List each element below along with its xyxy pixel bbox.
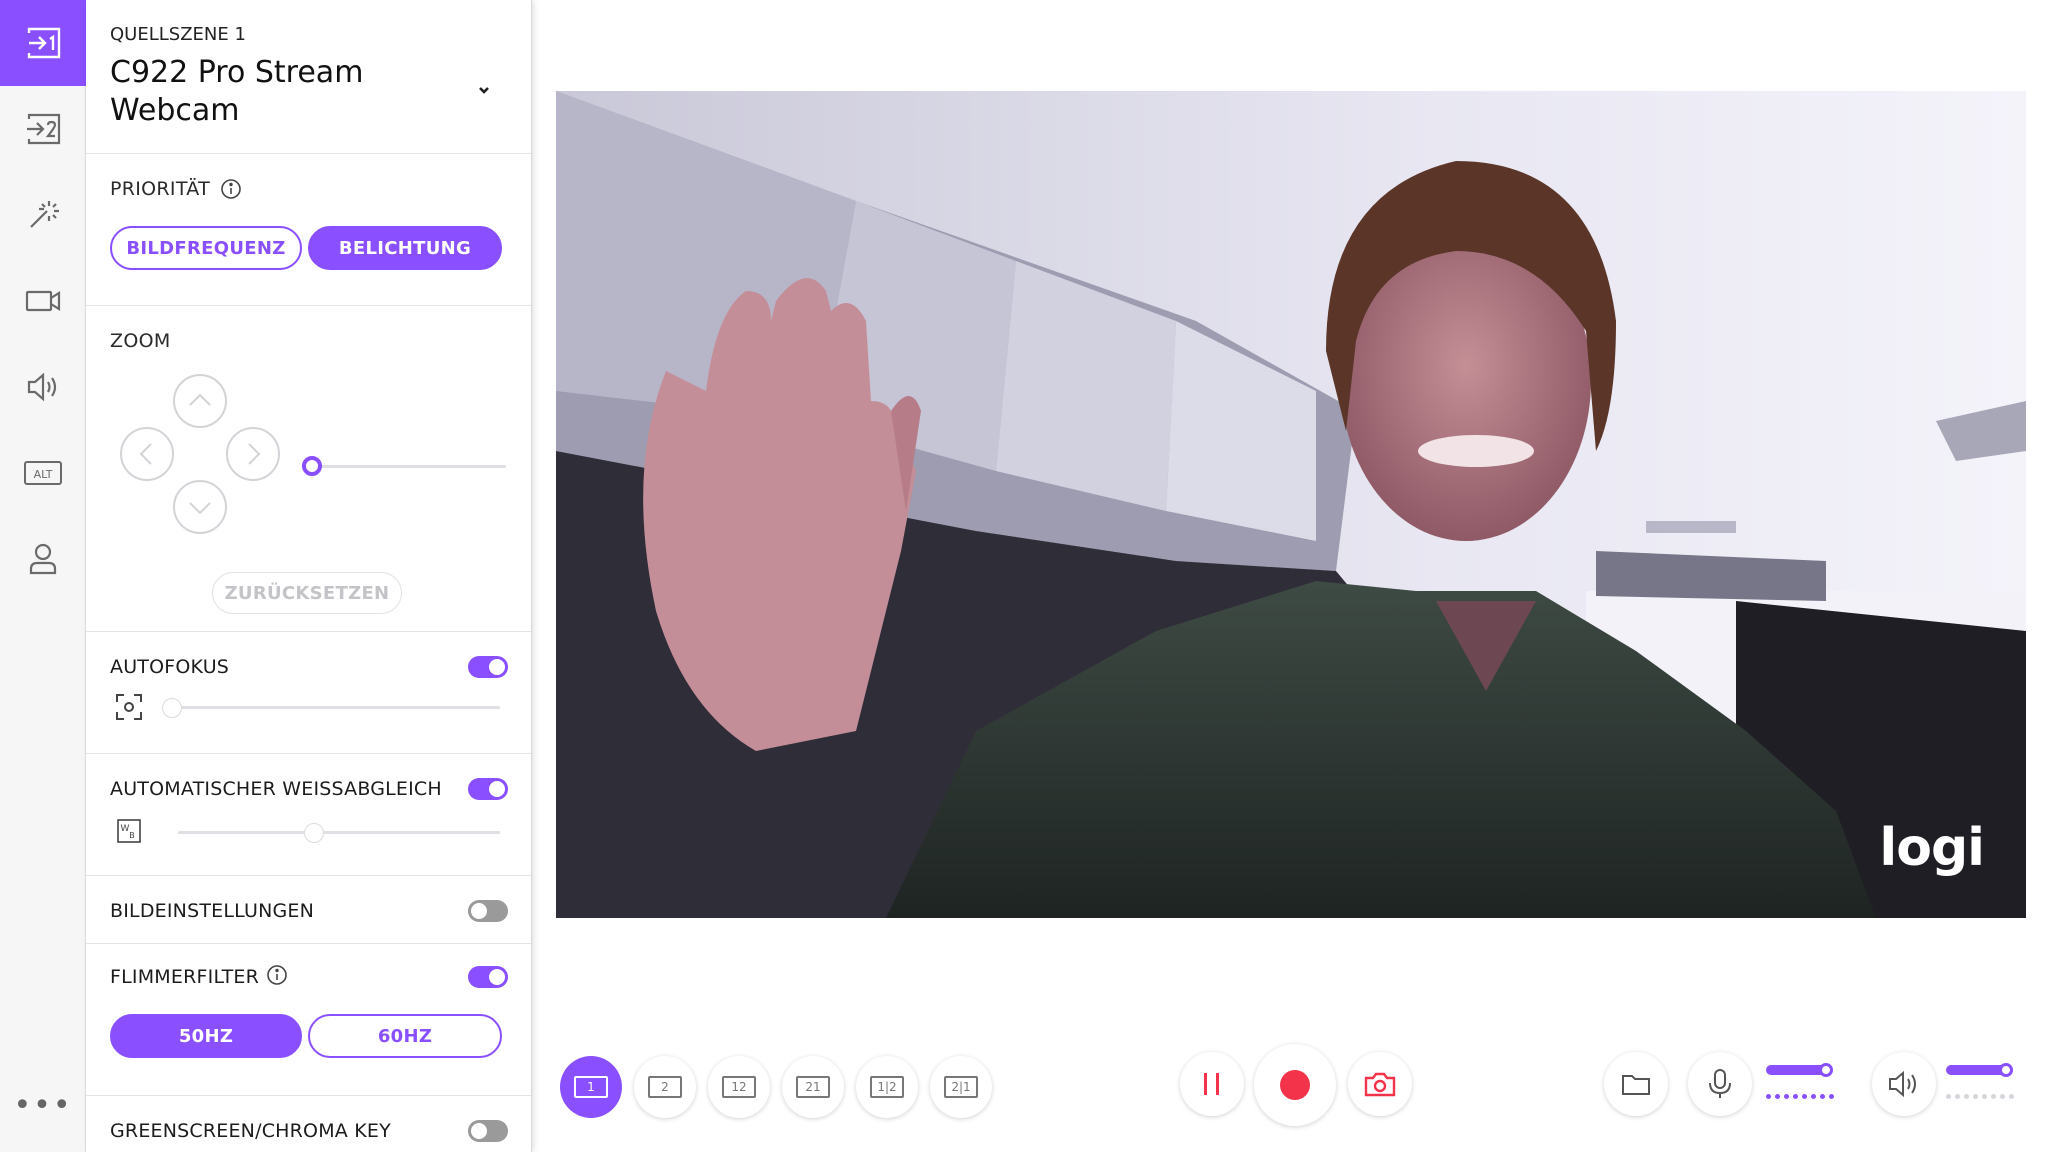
greenscreen-label: GREENSCREEN/CHROMA KEY: [110, 1120, 391, 1142]
pause-icon: [1204, 1073, 1219, 1095]
svg-text:W: W: [121, 824, 130, 834]
source-device-name[interactable]: C922 Pro Stream Webcam: [110, 54, 440, 130]
camera-preview: logi: [556, 91, 2026, 918]
left-icon-rail: ALT •••: [0, 0, 86, 1152]
autofocus-slider-track[interactable]: [166, 706, 500, 709]
white-balance-icon: W B: [117, 819, 141, 843]
image-settings-section: BILDEINSTELLUNGEN: [86, 876, 531, 944]
greenscreen-section: GREENSCREEN/CHROMA KEY: [86, 1096, 531, 1152]
microphone-button[interactable]: [1688, 1052, 1752, 1116]
alt-tab[interactable]: ALT: [0, 430, 86, 516]
autofocus-section: AUTOFOKUS: [86, 632, 531, 754]
profile-icon: [29, 543, 57, 575]
white-balance-slider-knob[interactable]: [304, 823, 324, 843]
pan-right-button[interactable]: [226, 427, 280, 481]
source-section: QUELLSZENE 1 C922 Pro Stream Webcam: [86, 0, 531, 154]
app-window: ALT ••• QUELLSZENE 1 C922 Pro Stream Web…: [0, 0, 2048, 1152]
priority-framerate-button[interactable]: BILDFREQUENZ: [110, 226, 302, 270]
layout-pip-2-1-button[interactable]: 21: [782, 1056, 844, 1118]
speaker-level-knob[interactable]: [1999, 1063, 2013, 1077]
flicker-filter-section: FLIMMERFILTER 50HZ 60HZ: [86, 944, 531, 1096]
folder-icon: [1622, 1075, 1650, 1095]
white-balance-slider-track[interactable]: [178, 831, 500, 834]
layout-pip-2-1-icon: 21: [796, 1076, 830, 1098]
snapshot-button[interactable]: [1348, 1052, 1412, 1116]
zoom-slider-knob[interactable]: [302, 456, 322, 476]
camera-snapshot-icon: [1364, 1072, 1396, 1097]
layout-split-1-2-icon: 1|2: [870, 1076, 904, 1098]
layout-single-2-icon: 2: [648, 1076, 682, 1098]
white-balance-section: AUTOMATISCHER WEISSABGLEICH W B: [86, 754, 531, 876]
greenscreen-toggle[interactable]: [468, 1120, 508, 1142]
mic-level-meter: [1766, 1094, 1834, 1099]
source-scene-label: QUELLSZENE 1: [110, 24, 246, 45]
source-1-tab[interactable]: [0, 0, 86, 86]
info-icon[interactable]: [220, 178, 242, 200]
speaker-level-meter: [1946, 1094, 2014, 1099]
speaker-volume-icon: [1889, 1070, 1916, 1098]
info-icon[interactable]: [266, 964, 288, 986]
zoom-label: ZOOM: [110, 330, 171, 352]
pan-up-button[interactable]: [173, 374, 227, 428]
priority-exposure-button[interactable]: BELICHTUNG: [308, 226, 502, 270]
layout-split-2-1-icon: 2|1: [944, 1076, 978, 1098]
image-settings-label: BILDEINSTELLUNGEN: [110, 900, 315, 922]
camera-icon: [25, 290, 61, 312]
svg-text:B: B: [129, 831, 135, 840]
speaker-button[interactable]: [1872, 1052, 1936, 1116]
logi-logo: logi: [1879, 818, 1985, 878]
speaker-icon: [27, 372, 57, 402]
autofocus-toggle[interactable]: [468, 656, 508, 678]
white-balance-label: AUTOMATISCHER WEISSABGLEICH: [110, 778, 442, 800]
pan-down-button[interactable]: [173, 480, 227, 534]
layout-pip-1-2-button[interactable]: 12: [708, 1056, 770, 1118]
effects-tab[interactable]: [0, 172, 86, 258]
pan-tilt-dpad: [120, 374, 280, 534]
source-2-tab[interactable]: [0, 86, 86, 172]
source-2-icon: [27, 113, 61, 145]
priority-section: PRIORITÄT BILDFREQUENZ BELICHTUNG: [86, 154, 531, 306]
flicker-filter-toggle[interactable]: [468, 966, 508, 988]
zoom-reset-button[interactable]: ZURÜCKSETZEN: [212, 572, 402, 614]
layout-split-2-1-button[interactable]: 2|1: [930, 1056, 992, 1118]
autofocus-slider-knob[interactable]: [162, 698, 182, 718]
alt-icon: ALT: [24, 461, 62, 485]
zoom-slider-track[interactable]: [310, 465, 506, 468]
layout-split-1-2-button[interactable]: 1|2: [856, 1056, 918, 1118]
source-1-icon: [27, 27, 61, 59]
microphone-icon: [1709, 1069, 1731, 1098]
settings-panel: QUELLSZENE 1 C922 Pro Stream Webcam PRIO…: [86, 0, 532, 1152]
layout-pip-1-2-icon: 12: [722, 1076, 756, 1098]
record-button[interactable]: [1254, 1044, 1336, 1126]
chevron-down-icon[interactable]: [472, 78, 496, 102]
layout-single-2-button[interactable]: 2: [634, 1056, 696, 1118]
image-settings-toggle[interactable]: [468, 900, 508, 922]
open-folder-button[interactable]: [1604, 1052, 1668, 1116]
flicker-filter-label: FLIMMERFILTER: [110, 966, 260, 988]
white-balance-toggle[interactable]: [468, 778, 508, 800]
mic-level-knob[interactable]: [1819, 1063, 1833, 1077]
priority-label: PRIORITÄT: [110, 178, 210, 200]
webcam-frame-image: [556, 91, 2026, 918]
camera-tab[interactable]: [0, 258, 86, 344]
zoom-section: ZOOM ZURÜCKSETZEN: [86, 306, 531, 632]
mic-level-bar[interactable]: [1766, 1065, 1826, 1075]
audio-tab[interactable]: [0, 344, 86, 430]
flicker-60hz-button[interactable]: 60HZ: [308, 1014, 502, 1058]
svg-text:ALT: ALT: [34, 468, 53, 481]
effects-wand-icon: [30, 201, 59, 228]
layout-single-1-icon: 1: [574, 1076, 608, 1098]
layout-single-1-button[interactable]: 1: [560, 1056, 622, 1118]
profile-tab[interactable]: [0, 516, 86, 602]
focus-icon: [116, 694, 142, 720]
flicker-50hz-button[interactable]: 50HZ: [110, 1014, 302, 1058]
pause-button[interactable]: [1180, 1052, 1244, 1116]
record-icon: [1280, 1070, 1310, 1100]
pan-left-button[interactable]: [120, 427, 174, 481]
speaker-level-bar[interactable]: [1946, 1065, 2006, 1075]
autofocus-label: AUTOFOKUS: [110, 656, 230, 678]
more-menu-button[interactable]: •••: [0, 1080, 86, 1130]
